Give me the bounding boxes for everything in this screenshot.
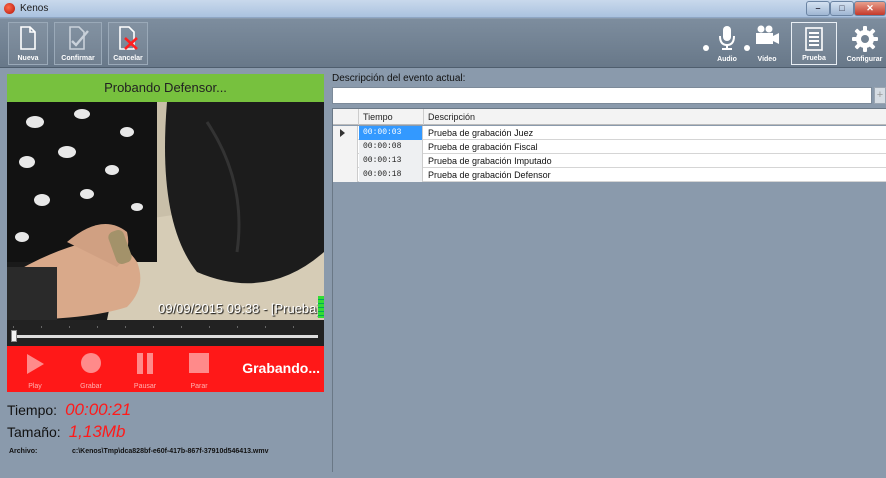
new-button[interactable]: Nueva xyxy=(8,22,48,65)
event-description-input[interactable] xyxy=(332,87,872,104)
seek-bar[interactable] xyxy=(7,320,324,346)
video-preview: 09/09/2015 09:38 - [Prueba] xyxy=(7,102,324,320)
pause-icon xyxy=(137,353,153,374)
cell-description[interactable]: Prueba de grabación Defensor xyxy=(424,168,551,182)
test-button[interactable]: Prueba xyxy=(791,22,837,65)
record-icon xyxy=(81,353,101,373)
column-header-description[interactable]: Descripción xyxy=(424,109,886,125)
video-frame-image xyxy=(7,102,324,320)
recording-status: Grabando... xyxy=(242,360,320,376)
events-panel: Descripción del evento actual: + Tiempo … xyxy=(331,72,886,476)
column-header-time[interactable]: Tiempo xyxy=(359,109,424,125)
pause-button-label: Pausar xyxy=(133,383,157,390)
window-title: Kenos xyxy=(20,3,49,14)
play-button-label: Play xyxy=(28,383,42,390)
elapsed-time-row: Tiempo: 00:00:21 xyxy=(7,400,131,420)
stop-button[interactable]: Parar xyxy=(179,352,219,390)
toolbar: Nueva Confirmar Cancelar Audio Video Pru… xyxy=(0,19,886,68)
table-row[interactable]: 00:00:18 Prueba de grabación Defensor xyxy=(333,168,886,182)
config-button[interactable]: Configurar xyxy=(843,22,886,65)
cell-time[interactable]: 00:00:18 xyxy=(359,168,423,182)
minimize-button[interactable]: – xyxy=(806,1,830,16)
recording-subject-header: Probando Defensor... xyxy=(7,74,324,102)
video-button-label: Video xyxy=(757,56,777,63)
config-button-label: Configurar xyxy=(846,56,883,63)
row-selector[interactable] xyxy=(333,140,358,154)
seek-ticks xyxy=(13,326,318,328)
table-row[interactable]: 00:00:03 Prueba de grabación Juez xyxy=(333,126,886,140)
close-button[interactable]: ✕ xyxy=(854,1,886,16)
gear-icon xyxy=(851,26,878,52)
row-selector[interactable] xyxy=(333,154,358,168)
video-button[interactable]: Video xyxy=(750,22,784,65)
table-header: Tiempo Descripción xyxy=(333,109,886,125)
cancel-button-label: Cancelar xyxy=(113,55,143,62)
audio-button-label: Audio xyxy=(717,56,737,63)
elapsed-time-value: 00:00:21 xyxy=(65,400,132,419)
playback-controls: Play Grabar Pausar Parar Grabando... xyxy=(7,346,324,392)
record-button-label: Grabar xyxy=(80,383,102,390)
current-row-arrow-icon xyxy=(340,129,345,137)
cell-time[interactable]: 00:00:08 xyxy=(359,140,423,154)
new-button-label: Nueva xyxy=(17,55,39,62)
new-document-icon xyxy=(20,26,36,50)
cell-time[interactable]: 00:00:03 xyxy=(359,126,423,140)
cancel-document-icon xyxy=(119,26,138,50)
cell-description[interactable]: Prueba de grabación Fiscal xyxy=(424,140,538,154)
video-timestamp-overlay: 09/09/2015 09:38 - [Prueba] xyxy=(158,301,320,316)
events-table: Tiempo Descripción 00:00:03 Prueba de gr… xyxy=(332,108,886,472)
confirm-button[interactable]: Confirmar xyxy=(54,22,102,65)
file-size-value: 1,13Mb xyxy=(68,422,126,441)
stop-button-label: Parar xyxy=(190,383,208,390)
recorder-panel: Probando Defensor... 09/09/2015 09:38 - … xyxy=(7,74,324,474)
checklist-icon xyxy=(805,27,823,51)
test-button-label: Prueba xyxy=(802,55,826,62)
event-description-label: Descripción del evento actual: xyxy=(332,73,466,84)
elapsed-time-label: Tiempo: xyxy=(7,402,58,418)
add-event-button[interactable]: + xyxy=(874,87,886,104)
table-row[interactable]: 00:00:13 Prueba de grabación Imputado xyxy=(333,154,886,168)
app-logo-icon xyxy=(4,3,15,14)
row-selector[interactable] xyxy=(333,168,358,182)
cancel-button[interactable]: Cancelar xyxy=(108,22,148,65)
record-button[interactable]: Grabar xyxy=(71,352,111,390)
row-selector-header xyxy=(333,109,359,125)
stop-icon xyxy=(189,353,209,373)
audio-level-meter xyxy=(318,296,324,318)
video-camera-icon xyxy=(756,25,779,44)
play-button[interactable]: Play xyxy=(15,352,55,390)
cell-time[interactable]: 00:00:13 xyxy=(359,154,423,168)
seek-track[interactable] xyxy=(13,335,318,338)
seek-thumb[interactable] xyxy=(11,330,17,342)
file-size-label: Tamaño: xyxy=(7,424,61,440)
table-row[interactable]: 00:00:08 Prueba de grabación Fiscal xyxy=(333,140,886,154)
file-size-row: Tamaño: 1,13Mb xyxy=(7,422,125,442)
pause-button[interactable]: Pausar xyxy=(125,352,165,390)
cell-description[interactable]: Prueba de grabación Imputado xyxy=(424,154,552,168)
title-bar: Kenos – □ ✕ xyxy=(0,0,886,18)
app-window: Kenos – □ ✕ Nueva Confirmar Cancelar Aud… xyxy=(0,0,886,478)
play-icon xyxy=(27,354,44,374)
cell-description[interactable]: Prueba de grabación Juez xyxy=(424,126,533,140)
file-path-label: Archivo: xyxy=(9,448,38,455)
microphone-icon xyxy=(719,26,735,50)
maximize-button[interactable]: □ xyxy=(830,1,854,16)
audio-button[interactable]: Audio xyxy=(710,22,744,65)
file-path-value: c:\Kenos\Tmp\dca828bf-e60f-417b-867f-379… xyxy=(72,448,269,455)
row-selector[interactable] xyxy=(333,126,358,140)
audio-status-dot xyxy=(703,45,709,51)
confirm-button-label: Confirmar xyxy=(61,55,95,62)
confirm-document-icon xyxy=(69,26,89,50)
